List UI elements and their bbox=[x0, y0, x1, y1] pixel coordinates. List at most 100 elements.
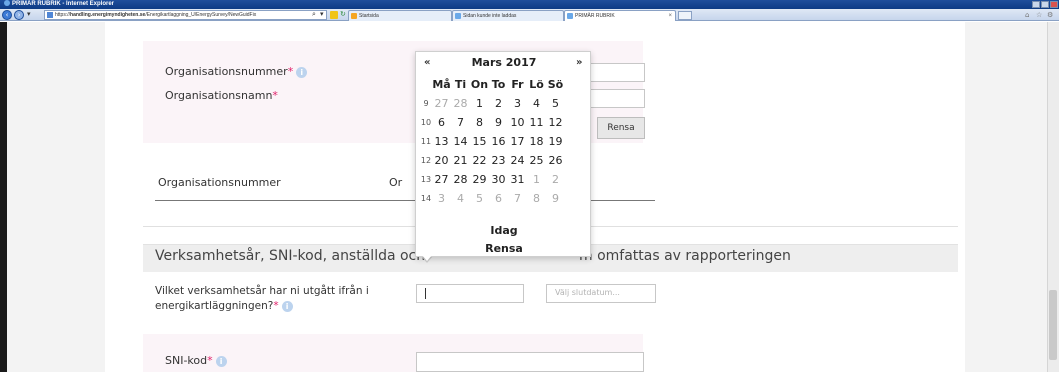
day-cell-other-month[interactable]: 28 bbox=[451, 94, 470, 113]
section-title-start: Verksamhetsår, SNI-kod, anställda och bbox=[155, 248, 426, 264]
day-cell[interactable]: 16 bbox=[489, 132, 508, 151]
day-cell[interactable]: 25 bbox=[527, 151, 546, 170]
maximize-button[interactable] bbox=[1041, 1, 1049, 8]
datepicker-week-row: 11 13 14 15 16 17 18 19 bbox=[420, 132, 565, 151]
tab-icon bbox=[351, 13, 357, 19]
day-cell-other-month[interactable]: 8 bbox=[527, 189, 546, 208]
forward-button[interactable]: › bbox=[14, 10, 24, 20]
address-bar[interactable]: https://handling.energimyndigheten.se/En… bbox=[44, 10, 327, 20]
datepicker-body: 9 27 28 1 2 3 4 5 10 6 7 8 9 10 11 12 11 13 14 15 16 17 18 19 12… bbox=[420, 94, 565, 208]
day-cell[interactable]: 14 bbox=[451, 132, 470, 151]
close-tab-icon[interactable]: × bbox=[668, 11, 672, 21]
end-date-input[interactable]: Välj slutdatum... bbox=[546, 284, 656, 303]
day-cell[interactable]: 6 bbox=[432, 113, 451, 132]
day-cell[interactable]: 13 bbox=[432, 132, 451, 151]
weekday-header: Må bbox=[432, 78, 451, 91]
tab-sidan-kunde-inte-laddas[interactable]: Sidan kunde inte laddas bbox=[452, 10, 564, 21]
scrollbar-thumb[interactable] bbox=[1049, 290, 1057, 360]
datepicker-week-row: 10 6 7 8 9 10 11 12 bbox=[420, 113, 565, 132]
day-cell[interactable]: 30 bbox=[489, 170, 508, 189]
day-cell[interactable]: 27 bbox=[432, 170, 451, 189]
datepicker-week-row: 9 27 28 1 2 3 4 5 bbox=[420, 94, 565, 113]
day-cell[interactable]: 20 bbox=[432, 151, 451, 170]
org-name-label: Organisationsnamn* bbox=[165, 89, 278, 102]
info-icon[interactable]: i bbox=[215, 355, 227, 367]
day-cell-other-month[interactable]: 4 bbox=[451, 189, 470, 208]
prev-month-button[interactable]: « bbox=[424, 57, 430, 68]
day-cell[interactable]: 15 bbox=[470, 132, 489, 151]
org-name-input[interactable] bbox=[590, 89, 645, 108]
day-cell[interactable]: 22 bbox=[470, 151, 489, 170]
day-cell-other-month[interactable]: 7 bbox=[508, 189, 527, 208]
day-cell[interactable]: 12 bbox=[546, 113, 565, 132]
info-icon[interactable]: i bbox=[281, 300, 293, 312]
day-cell-other-month[interactable]: 9 bbox=[546, 189, 565, 208]
datepicker-week-row: 14 3 4 5 6 7 8 9 bbox=[420, 189, 565, 208]
day-cell-other-month[interactable]: 6 bbox=[489, 189, 508, 208]
address-dropdown-icon[interactable]: ▾ bbox=[320, 10, 324, 20]
text-cursor bbox=[425, 288, 426, 299]
org-number-input[interactable] bbox=[590, 63, 645, 82]
lock-icon[interactable] bbox=[330, 11, 338, 19]
required-marker: * bbox=[272, 89, 278, 102]
day-cell[interactable]: 3 bbox=[508, 94, 527, 113]
day-cell[interactable]: 8 bbox=[470, 113, 489, 132]
today-button[interactable]: Idag bbox=[416, 224, 592, 237]
day-cell[interactable]: 10 bbox=[508, 113, 527, 132]
star-icon[interactable]: ☆ bbox=[1036, 11, 1042, 19]
datepicker-clear-button[interactable]: Rensa bbox=[416, 242, 592, 255]
history-dropdown-icon[interactable]: ▾ bbox=[27, 10, 31, 20]
day-cell[interactable]: 19 bbox=[546, 132, 565, 151]
day-cell[interactable]: 21 bbox=[451, 151, 470, 170]
info-icon[interactable]: i bbox=[296, 66, 308, 78]
datepicker-month-title[interactable]: Mars 2017 bbox=[456, 56, 552, 69]
day-cell[interactable]: 28 bbox=[451, 170, 470, 189]
start-date-input[interactable] bbox=[416, 284, 524, 303]
search-icon[interactable]: ⌕ bbox=[312, 10, 316, 20]
next-month-button[interactable]: » bbox=[576, 57, 582, 68]
sni-label: SNI-kod* i bbox=[165, 354, 227, 367]
close-window-button[interactable] bbox=[1050, 1, 1058, 8]
minimize-button[interactable] bbox=[1032, 1, 1040, 8]
day-cell[interactable]: 17 bbox=[508, 132, 527, 151]
period-label-line2: energikartläggningen?* i bbox=[155, 300, 293, 312]
gear-icon[interactable]: ⚙ bbox=[1047, 11, 1053, 19]
tab-primar-rubrik[interactable]: PRIMÄR RUBRIK × bbox=[564, 10, 676, 21]
day-cell[interactable]: 31 bbox=[508, 170, 527, 189]
day-cell[interactable]: 23 bbox=[489, 151, 508, 170]
day-cell[interactable]: 4 bbox=[527, 94, 546, 113]
table-header-org-name: Or bbox=[389, 176, 403, 189]
window-title: PRIMÄR RUBRIK - Internet Explorer bbox=[12, 1, 115, 7]
day-cell[interactable]: 24 bbox=[508, 151, 527, 170]
day-cell[interactable]: 7 bbox=[451, 113, 470, 132]
day-cell-other-month[interactable]: 2 bbox=[546, 170, 565, 189]
table-header-org-number: Organisationsnummer bbox=[158, 176, 281, 189]
week-number: 12 bbox=[420, 156, 432, 165]
day-cell-other-month[interactable]: 3 bbox=[432, 189, 451, 208]
day-cell[interactable]: 5 bbox=[546, 94, 565, 113]
day-cell[interactable]: 18 bbox=[527, 132, 546, 151]
tab-startsida[interactable]: Startsida bbox=[348, 10, 452, 21]
week-number: 13 bbox=[420, 175, 432, 184]
weekday-header-row: Må Ti On To Fr Lö Sö bbox=[420, 75, 565, 94]
back-button[interactable]: ‹ bbox=[2, 10, 12, 20]
day-cell[interactable]: 11 bbox=[527, 113, 546, 132]
day-cell[interactable]: 26 bbox=[546, 151, 565, 170]
day-cell-other-month[interactable]: 5 bbox=[470, 189, 489, 208]
day-cell[interactable]: 9 bbox=[489, 113, 508, 132]
clear-search-button[interactable]: Rensa bbox=[597, 117, 645, 139]
required-marker: * bbox=[287, 65, 294, 78]
tab-icon bbox=[455, 13, 461, 19]
browser-nav-bar: ‹ › ▾ https://handling.energimyndigheten… bbox=[0, 9, 1059, 21]
day-cell-other-month[interactable]: 1 bbox=[527, 170, 546, 189]
new-tab-button[interactable] bbox=[678, 11, 692, 20]
day-cell[interactable]: 1 bbox=[470, 94, 489, 113]
home-icon[interactable]: ⌂ bbox=[1025, 11, 1029, 19]
day-cell[interactable]: 29 bbox=[470, 170, 489, 189]
sni-code-input[interactable] bbox=[416, 352, 644, 372]
weekday-header: Lö bbox=[529, 78, 544, 91]
day-cell[interactable]: 2 bbox=[489, 94, 508, 113]
weekday-header: Fr bbox=[511, 78, 524, 91]
day-cell-other-month[interactable]: 27 bbox=[432, 94, 451, 113]
refresh-icon[interactable]: ↻ bbox=[340, 10, 346, 20]
